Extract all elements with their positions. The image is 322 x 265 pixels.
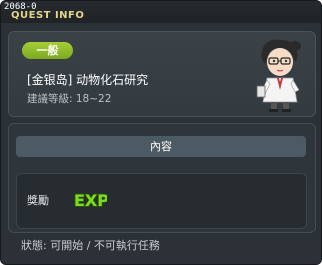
window-title: QUEST INFO	[11, 10, 85, 21]
quest-name: [金银岛] 动物化石研究	[27, 73, 149, 87]
npc-scientist-portrait	[256, 39, 301, 112]
quest-status: 狀態: 可開始 / 不可執行任務	[21, 239, 160, 252]
reward-box: 獎勵 EXP	[16, 173, 307, 229]
content-panel: 內容 獎勵 EXP	[8, 123, 316, 233]
recommended-level: 建議等級: 18~22	[27, 93, 112, 105]
exp-icon-text: EXP	[74, 191, 107, 210]
title-bar[interactable]: 2068-0 QUEST INFO	[1, 1, 321, 23]
quest-info-window: 2068-0 QUEST INFO 一般 [金银岛] 动物化石研究 建議等級: …	[0, 0, 322, 265]
category-badge: 一般	[22, 42, 73, 59]
exp-icon[interactable]: EXP	[73, 187, 107, 211]
quest-header-panel: 一般 [金银岛] 动物化石研究 建議等級: 18~22	[8, 31, 316, 117]
reward-label: 獎勵	[27, 194, 49, 207]
content-header: 內容	[16, 136, 306, 157]
